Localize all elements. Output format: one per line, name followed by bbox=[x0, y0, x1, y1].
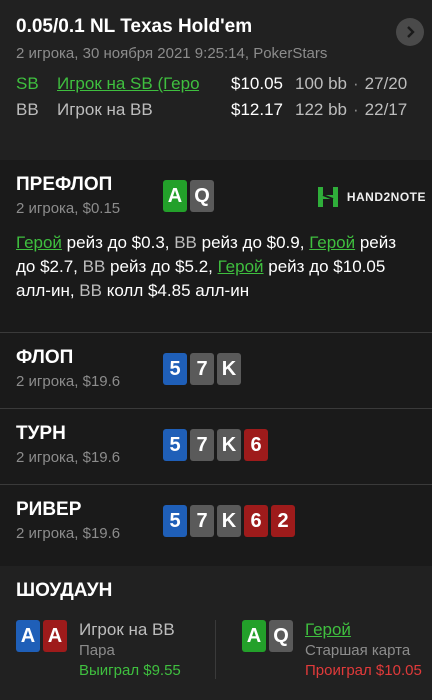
card: 6 bbox=[244, 505, 268, 537]
board-cards: 5 7 K 6 bbox=[163, 429, 268, 461]
hand2note-logo: HAND2NOTE bbox=[315, 184, 426, 210]
action-text: рейз до $0.3, bbox=[61, 233, 175, 252]
player-bb: 122 bb bbox=[295, 100, 347, 119]
showdown-player-hero: A Q Герой Старшая карта Проиграл $10.05 bbox=[216, 620, 422, 679]
section-turn: ТУРН 2 игрока, $19.6 5 7 K 6 bbox=[0, 408, 432, 484]
card: K bbox=[217, 429, 241, 461]
game-subtitle: 2 игрока, 30 ноября 2021 9:25:14, PokerS… bbox=[16, 45, 328, 62]
action-text: рейз до $5.2, bbox=[105, 257, 218, 276]
player-name: Игрок на BB bbox=[57, 100, 153, 119]
player-cards: A Q bbox=[242, 620, 293, 679]
hero-cards: A Q bbox=[163, 180, 214, 212]
card: 7 bbox=[190, 429, 214, 461]
board-cards: 5 7 K bbox=[163, 353, 241, 385]
action-text: рейз до $0.9, bbox=[196, 233, 310, 252]
player-name-link[interactable]: Герой bbox=[305, 620, 422, 640]
showdown-players: A A Игрок на BB Пара Выиграл $9.55 A Q Г… bbox=[16, 620, 422, 679]
hand-rank: Старшая карта bbox=[305, 642, 411, 659]
card: A bbox=[16, 620, 40, 652]
card: 5 bbox=[163, 429, 187, 461]
action-list: Герой рейз до $0.3, BB рейз до $0.9, Гер… bbox=[16, 231, 416, 303]
card: K bbox=[217, 353, 241, 385]
section-river: РИВЕР 2 игрока, $19.6 5 7 K 6 2 bbox=[0, 484, 432, 560]
player-bb: 100 bb bbox=[295, 74, 347, 93]
hand2note-logo-icon bbox=[317, 187, 338, 207]
separator: · bbox=[353, 74, 359, 93]
player-stack: $12.17 bbox=[231, 100, 283, 119]
card: 6 bbox=[244, 429, 268, 461]
player-stats: 22/17 bbox=[364, 100, 408, 119]
player-name-link[interactable]: Игрок на SB (Геро bbox=[57, 74, 199, 94]
card: 7 bbox=[190, 505, 214, 537]
board-cards: 5 7 K 6 2 bbox=[163, 505, 295, 537]
position-label: BB bbox=[16, 100, 39, 119]
actor-bb: BB bbox=[82, 257, 106, 276]
actor-hero-link[interactable]: Герой bbox=[309, 233, 355, 252]
card: A bbox=[43, 620, 67, 652]
chevron-right-icon[interactable] bbox=[396, 18, 424, 46]
actor-bb: BB bbox=[79, 281, 102, 300]
hand-rank: Пара bbox=[79, 642, 115, 659]
player-row-bb: BB Игрок на BB $12.17 122 bb · 22/17 bbox=[16, 100, 416, 120]
result-text: Проиграл $10.05 bbox=[305, 662, 422, 679]
card: Q bbox=[269, 620, 293, 652]
separator: · bbox=[353, 100, 359, 119]
actor-hero-link[interactable]: Герой bbox=[218, 257, 264, 276]
player-name: Игрок на BB bbox=[79, 620, 175, 639]
game-title: 0.05/0.1 NL Texas Hold'em bbox=[16, 16, 253, 37]
street-title: ШОУДАУН bbox=[16, 580, 113, 601]
card: A bbox=[242, 620, 266, 652]
position-label: SB bbox=[16, 74, 39, 93]
card: 7 bbox=[190, 353, 214, 385]
player-stack: $10.05 bbox=[231, 74, 283, 93]
section-preflop: ПРЕФЛОП 2 игрока, $0.15 A Q HAND2NOTE Ге… bbox=[0, 160, 432, 332]
player-info: Игрок на BB Пара Выиграл $9.55 bbox=[79, 620, 181, 679]
player-row-sb: SB Игрок на SB (Геро $10.05 100 bb · 27/… bbox=[16, 74, 416, 94]
card: 5 bbox=[163, 505, 187, 537]
actor-bb: BB bbox=[174, 233, 197, 252]
player-stats: 27/20 bbox=[364, 74, 408, 93]
card: K bbox=[217, 505, 241, 537]
card: A bbox=[163, 180, 187, 212]
result-text: Выиграл $9.55 bbox=[79, 662, 181, 679]
actor-hero-link[interactable]: Герой bbox=[16, 233, 62, 252]
action-text: колл $4.85 алл-ин bbox=[101, 281, 250, 300]
player-info: Герой Старшая карта Проиграл $10.05 bbox=[305, 620, 422, 679]
card: 5 bbox=[163, 353, 187, 385]
section-showdown: ШОУДАУН A A Игрок на BB Пара Выиграл $9.… bbox=[0, 566, 432, 700]
section-flop: ФЛОП 2 игрока, $19.6 5 7 K bbox=[0, 332, 432, 408]
player-cards: A A bbox=[16, 620, 67, 679]
hand-header: 0.05/0.1 NL Texas Hold'em 2 игрока, 30 н… bbox=[0, 0, 432, 160]
card: Q bbox=[190, 180, 214, 212]
logo-text: HAND2NOTE bbox=[346, 190, 426, 204]
showdown-player-bb: A A Игрок на BB Пара Выиграл $9.55 bbox=[16, 620, 216, 679]
card: 2 bbox=[271, 505, 295, 537]
